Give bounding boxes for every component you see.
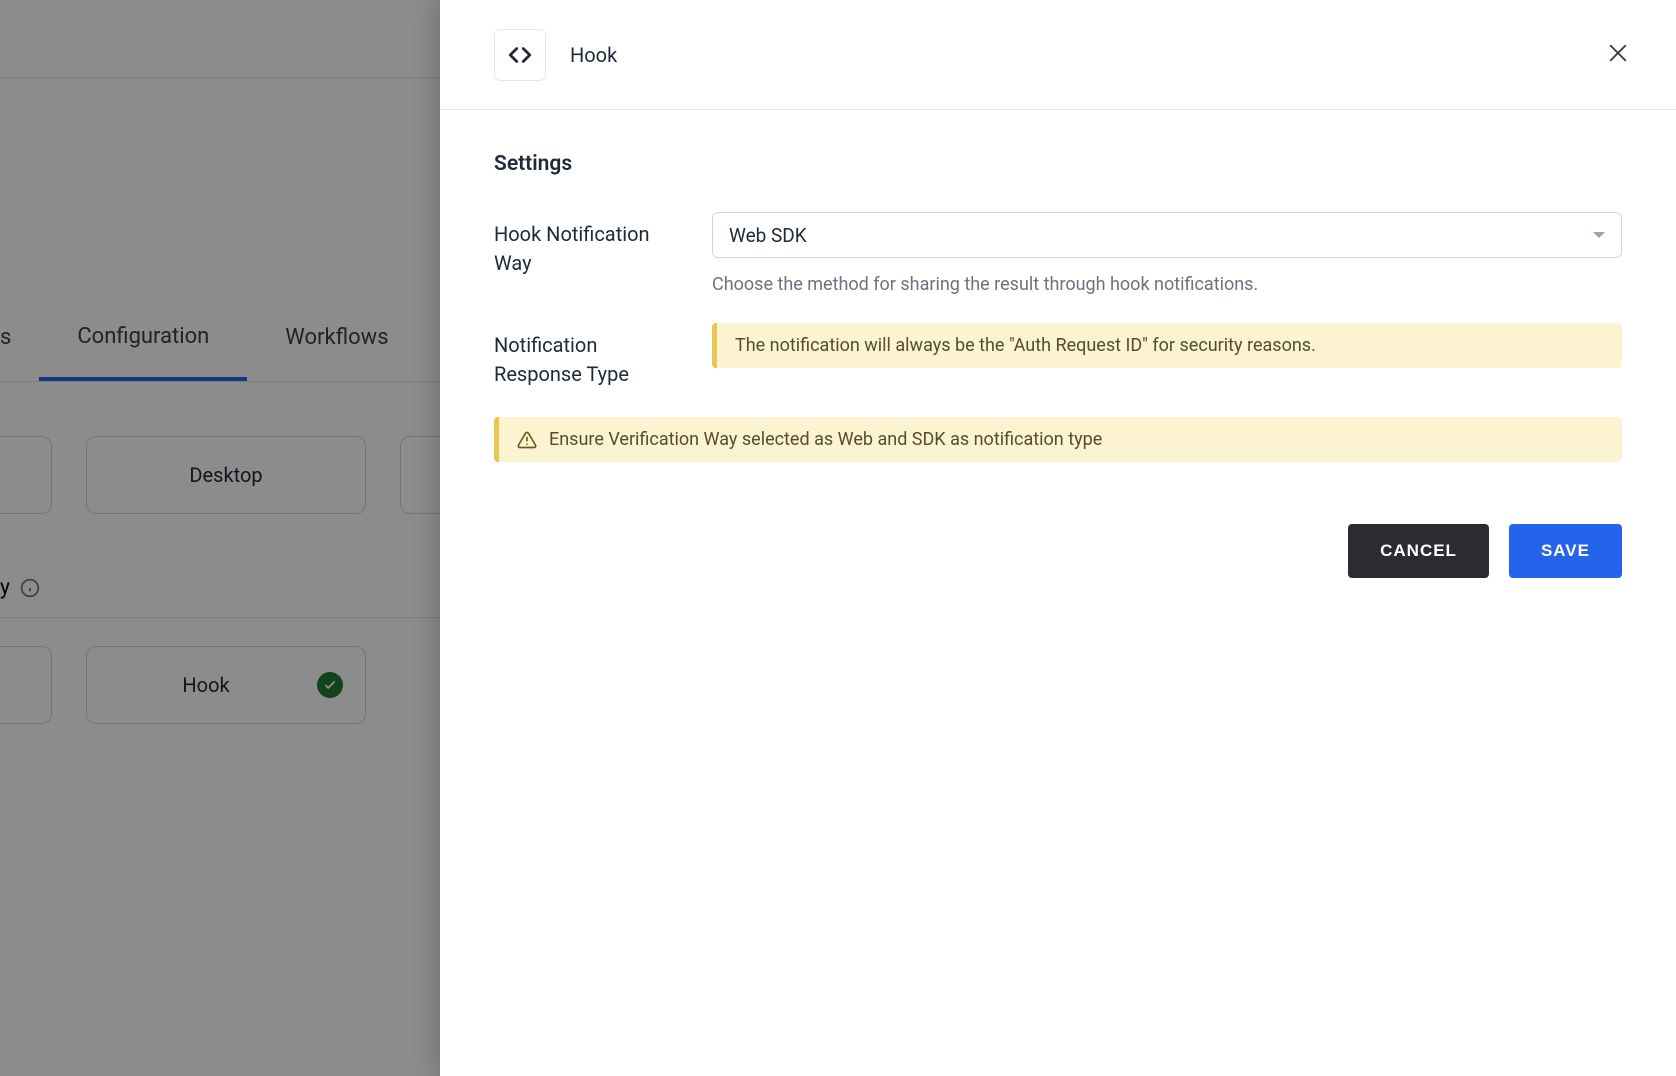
- alert-verification-way: Ensure Verification Way selected as Web …: [494, 417, 1622, 462]
- hook-settings-drawer: Hook Settings Hook Notification Way Web …: [440, 0, 1676, 1076]
- save-button[interactable]: SAVE: [1509, 524, 1622, 578]
- helper-hook-notification-way: Choose the method for sharing the result…: [712, 274, 1622, 295]
- warning-icon: [517, 430, 537, 450]
- alert-auth-request-id: The notification will always be the "Aut…: [712, 323, 1622, 368]
- drawer-title: Hook: [570, 43, 1600, 67]
- close-button[interactable]: [1600, 37, 1636, 73]
- cancel-button[interactable]: CANCEL: [1348, 524, 1489, 578]
- select-value: Web SDK: [729, 224, 807, 247]
- code-icon: [494, 29, 546, 81]
- settings-heading: Settings: [494, 152, 1622, 176]
- label-notification-response-type: Notification Response Type: [494, 323, 666, 389]
- close-icon: [1607, 42, 1629, 67]
- select-hook-notification-way[interactable]: Web SDK: [712, 212, 1622, 258]
- chevron-down-icon: [1593, 232, 1605, 238]
- drawer-header: Hook: [440, 0, 1676, 110]
- button-row: CANCEL SAVE: [494, 524, 1622, 578]
- alert-full-text: Ensure Verification Way selected as Web …: [549, 429, 1102, 450]
- label-hook-notification-way: Hook Notification Way: [494, 212, 666, 295]
- alert-text: The notification will always be the "Aut…: [735, 335, 1316, 356]
- field-notification-response-type: Notification Response Type The notificat…: [494, 323, 1622, 389]
- field-hook-notification-way: Hook Notification Way Web SDK Choose the…: [494, 212, 1622, 295]
- drawer-body: Settings Hook Notification Way Web SDK C…: [440, 110, 1676, 1076]
